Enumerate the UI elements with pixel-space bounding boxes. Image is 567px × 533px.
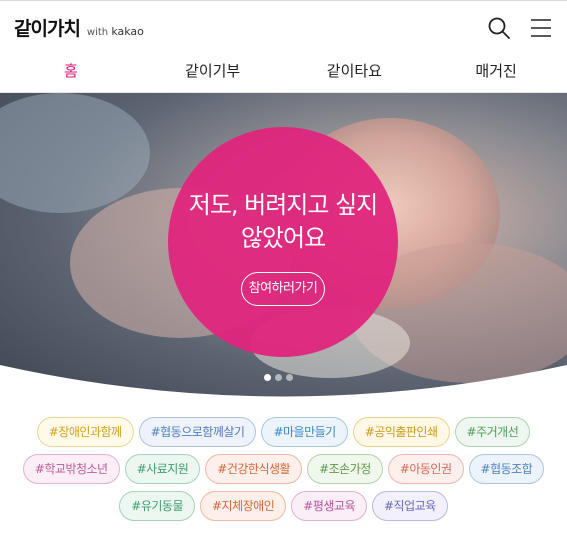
carousel-dot-3[interactable] [286, 374, 293, 381]
hashtag-chip[interactable]: #학교밖청소년 [22, 454, 120, 484]
hashtag-chip[interactable]: #장애인과함께 [36, 417, 134, 447]
carousel-dot-2[interactable] [275, 374, 282, 381]
hashtag-row: #장애인과함께 #협동으로함께살기 #마을만들기 #공익출판인쇄 #주거개선 [0, 417, 567, 447]
hashtag-chip[interactable]: #조손가정 [307, 454, 383, 484]
hashtag-chip[interactable]: #협동으로함께살기 [138, 417, 257, 447]
hero-bottom-curve [0, 365, 567, 403]
logo-with-text: with [86, 27, 109, 38]
tab-ride-together[interactable]: 같이타요 [284, 53, 426, 92]
hashtag-chip[interactable]: #건강한식생활 [205, 454, 303, 484]
hashtag-chip[interactable]: #지체장애인 [200, 491, 287, 521]
tab-magazine[interactable]: 매거진 [425, 53, 567, 92]
hashtag-chip[interactable]: #사료지원 [124, 454, 201, 484]
hashtag-chip[interactable]: #공익출판인쇄 [352, 417, 450, 447]
hashtag-chip[interactable]: #아동인권 [387, 454, 464, 484]
tab-home[interactable]: 홈 [0, 53, 142, 92]
hashtag-chip[interactable]: #마을만들기 [261, 417, 348, 447]
logo[interactable]: 같이가치 with kakao [14, 14, 144, 41]
hashtag-row: #유기동물 #지체장애인 #평생교육 #직업교육 [0, 491, 567, 521]
hashtag-list: #장애인과함께 #협동으로함께살기 #마을만들기 #공익출판인쇄 #주거개선 #학교밖청소… [0, 417, 567, 528]
search-button[interactable] [487, 16, 511, 40]
main-nav: 홈 같이기부 같이타요 매거진 [0, 53, 567, 93]
hashtag-row: #학교밖청소년 #사료지원 #건강한식생활 #조손가정 #아동인권 #협동조합 [0, 454, 567, 484]
hashtag-chip[interactable]: #주거개선 [454, 417, 531, 447]
carousel-dot-1[interactable] [264, 374, 271, 381]
hashtag-chip[interactable]: #협동조합 [468, 454, 545, 484]
menu-button[interactable] [530, 16, 554, 40]
tab-donate-together[interactable]: 같이기부 [142, 53, 284, 92]
logo-brand-text: kakao [111, 25, 144, 38]
search-icon [488, 17, 510, 39]
top-bar: 같이가치 with kakao [0, 0, 567, 53]
hashtag-chip[interactable]: #평생교육 [291, 491, 367, 521]
logo-title: 같이가치 [14, 18, 81, 40]
hamburger-menu-icon [531, 19, 551, 37]
hashtag-chip[interactable]: #유기동물 [119, 491, 195, 521]
hero-banner[interactable]: 저도, 버려지고 싶지 않았어요 참여하러가기 [0, 93, 567, 403]
carousel-dots [264, 374, 293, 381]
logo-with-kakao: with kakao [87, 25, 144, 38]
hashtag-chip[interactable]: #직업교육 [371, 491, 448, 521]
